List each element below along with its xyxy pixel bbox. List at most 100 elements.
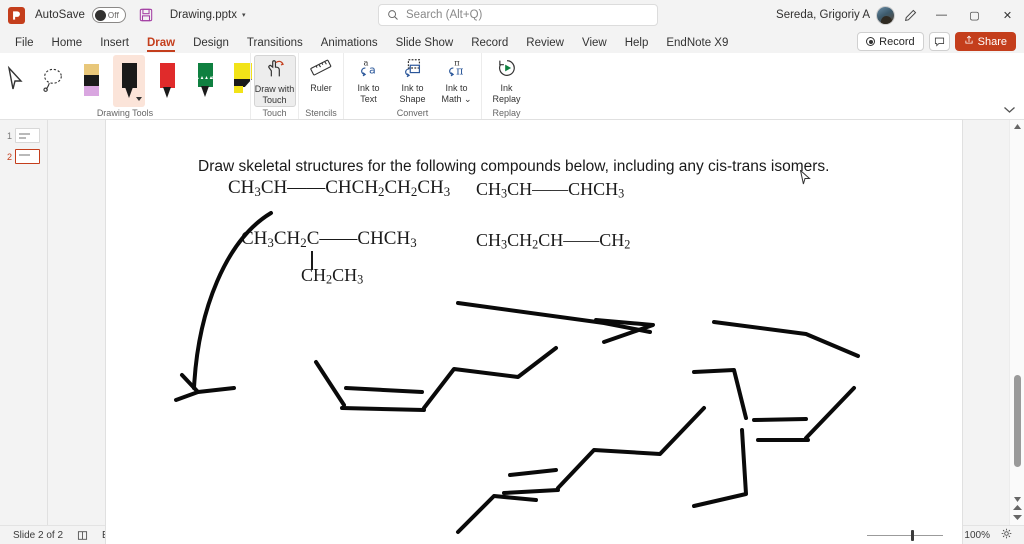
powerpoint-window: AutoSave Off Drawing.pptx ▾ Search (Alt+… xyxy=(0,0,1024,544)
slide-counter[interactable]: Slide 2 of 2 xyxy=(6,530,70,541)
ink-to-math-button[interactable]: π π Ink to Math ⌄ xyxy=(436,55,478,107)
red-pen-tool[interactable] xyxy=(151,55,183,107)
slide-preview-1[interactable] xyxy=(15,128,40,143)
ribbon-group-label-stencils: Stencils xyxy=(305,108,337,118)
slide-number-1: 1 xyxy=(6,130,12,141)
ink-stroke-curved-arrow-head-2 xyxy=(196,386,236,394)
tab-home[interactable]: Home xyxy=(43,35,92,53)
search-input[interactable]: Search (Alt+Q) xyxy=(378,4,658,26)
select-tool[interactable] xyxy=(0,55,31,107)
tab-view[interactable]: View xyxy=(573,35,616,53)
powerpoint-logo-icon xyxy=(8,6,25,24)
tab-animations[interactable]: Animations xyxy=(312,35,387,53)
formula-3-branch[interactable]: CH2CH3 xyxy=(301,265,363,288)
convert-items: a a Ink to Text Ink to Shape π π Ink to … xyxy=(342,55,484,107)
tab-endnote-x9[interactable]: EndNote X9 xyxy=(657,35,737,53)
title-bar-right: Sereda, Grigoriy A — ▢ ✕ xyxy=(776,0,1024,30)
ink-stroke-structure-c-right xyxy=(556,406,706,490)
ink-stroke-structure-c-double-upper xyxy=(508,468,558,477)
scrollbar-thumb[interactable] xyxy=(1013,375,1021,467)
record-label: Record xyxy=(879,35,915,48)
preview-line xyxy=(19,137,26,139)
zoom-level-label[interactable]: 100% xyxy=(964,530,990,541)
black-pen-tool[interactable] xyxy=(113,55,145,107)
close-button[interactable]: ✕ xyxy=(991,0,1024,30)
next-slide-button[interactable] xyxy=(1012,514,1022,522)
slide-title-text[interactable]: Draw skeletal structures for the followi… xyxy=(198,158,888,176)
ink-stroke-structure-a-chain xyxy=(456,301,652,334)
ink-to-math-icon: π π xyxy=(446,57,468,82)
ribbon-group-stencils: Ruler Stencils xyxy=(298,53,343,119)
ink-stroke-structure-b-double-upper xyxy=(344,386,424,394)
autosave-state: Off xyxy=(107,10,119,20)
document-menu-caret-icon[interactable]: ▾ xyxy=(242,11,246,19)
scroll-up-button[interactable] xyxy=(1013,120,1021,133)
tab-slide-show[interactable]: Slide Show xyxy=(387,35,463,53)
ink-to-shape-button[interactable]: Ink to Shape xyxy=(392,55,434,107)
scroll-down-button[interactable] xyxy=(1013,497,1021,504)
tab-draw[interactable]: Draw xyxy=(138,35,184,53)
ink-stroke-structure-d-top xyxy=(712,320,860,358)
tab-insert[interactable]: Insert xyxy=(91,35,138,53)
formula-3[interactable]: CH3CH2C——CHCH3 xyxy=(241,228,417,251)
pen-icon xyxy=(121,63,137,99)
tab-file[interactable]: File xyxy=(6,35,43,53)
autosave-toggle[interactable]: Off xyxy=(91,7,126,23)
ribbon-group-label-replay: Replay xyxy=(492,108,521,118)
title-bar: AutoSave Off Drawing.pptx ▾ Search (Alt+… xyxy=(0,0,1024,30)
replay-items: Ink Replay xyxy=(480,55,534,107)
slide-thumbnail-1[interactable]: 1 xyxy=(0,125,47,146)
ink-replay-label-2: Replay xyxy=(492,94,521,104)
ribbon-group-drawing-tools: Drawing Tools xyxy=(0,53,252,119)
search-placeholder: Search (Alt+Q) xyxy=(406,9,483,21)
document-name[interactable]: Drawing.pptx xyxy=(170,9,237,21)
ink-stroke-structure-d-double-upper xyxy=(752,417,808,422)
draw-with-touch-button[interactable]: Draw with Touch xyxy=(253,55,296,107)
ribbon-group-label-drawing-tools: Drawing Tools xyxy=(96,108,154,118)
tab-design[interactable]: Design xyxy=(184,35,238,53)
save-icon[interactable] xyxy=(138,7,154,23)
formula-2[interactable]: CH3CH——CHCH3 xyxy=(476,179,624,202)
user-name[interactable]: Sereda, Grigoriy A xyxy=(776,9,870,21)
chevron-down-icon[interactable] xyxy=(1003,105,1016,117)
record-button[interactable]: Record xyxy=(857,32,924,51)
lasso-select-tool[interactable] xyxy=(37,55,69,107)
formula-4[interactable]: CH3CH2CH——CH2 xyxy=(476,230,630,253)
slide-canvas[interactable]: Draw skeletal structures for the followi… xyxy=(106,120,962,544)
minimize-button[interactable]: — xyxy=(925,0,958,30)
autosave-label: AutoSave xyxy=(35,9,85,21)
notes-page-icon[interactable] xyxy=(70,530,95,541)
scrollbar-track[interactable] xyxy=(1010,133,1024,497)
ink-replay-button[interactable]: Ink Replay xyxy=(486,55,528,107)
eraser-icon xyxy=(83,64,99,98)
pen-icon xyxy=(159,63,175,99)
vertical-scrollbar[interactable] xyxy=(1009,120,1024,525)
fit-to-window-button[interactable] xyxy=(997,528,1018,542)
maximize-button[interactable]: ▢ xyxy=(958,0,991,30)
previous-slide-button[interactable] xyxy=(1012,505,1022,513)
eraser-tool[interactable] xyxy=(75,55,107,107)
share-button[interactable]: Share xyxy=(954,32,1016,51)
zoom-slider-thumb[interactable] xyxy=(911,529,914,541)
green-pen-tool[interactable] xyxy=(189,55,221,107)
drawing-tools-items xyxy=(0,55,265,107)
tab-help[interactable]: Help xyxy=(616,35,658,53)
slide-number-2: 2 xyxy=(6,151,12,162)
formula-1[interactable]: CH3CH——CHCH2CH2CH3 xyxy=(228,177,450,200)
draw-with-touch-label-1: Draw with xyxy=(254,84,295,94)
ink-stroke-structure-d-left xyxy=(692,368,748,420)
toggle-knob xyxy=(94,9,106,21)
tab-review[interactable]: Review xyxy=(517,35,573,53)
slide-preview-2[interactable] xyxy=(15,149,40,164)
zoom-slider[interactable] xyxy=(867,529,943,541)
tab-transitions[interactable]: Transitions xyxy=(238,35,312,53)
tab-record[interactable]: Record xyxy=(462,35,517,53)
ruler-button[interactable]: Ruler xyxy=(300,55,342,107)
ink-to-shape-icon xyxy=(402,57,424,82)
ink-stroke-structure-c-double-lower xyxy=(502,488,560,495)
ink-to-text-button[interactable]: a a Ink to Text xyxy=(348,55,390,107)
pen-draw-icon[interactable] xyxy=(895,0,925,30)
comment-icon[interactable] xyxy=(928,32,950,51)
avatar[interactable] xyxy=(876,5,895,25)
slide-thumbnail-2[interactable]: 2 xyxy=(0,146,47,167)
